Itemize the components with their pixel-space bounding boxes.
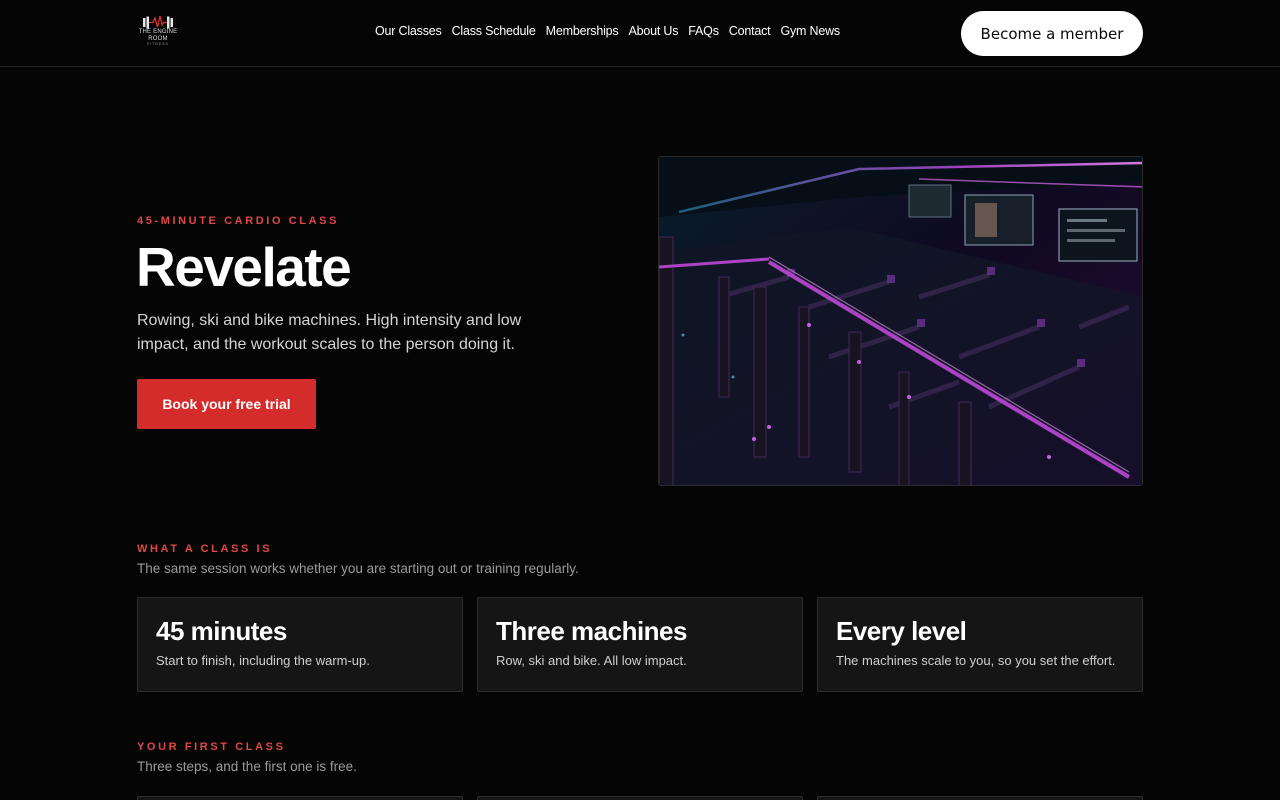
feature-card-desc: Start to finish, including the warm-up. <box>156 653 370 668</box>
feature-card: 45 minutes Start to finish, including th… <box>137 597 463 692</box>
feature-card-title: Every level <box>836 616 967 646</box>
brand-logo[interactable]: THE ENGINE ROOM FITNESS <box>137 15 179 53</box>
feature-card: Every level The machines scale to you, s… <box>817 597 1143 692</box>
nav-contact[interactable]: Contact <box>729 24 771 38</box>
nav-memberships[interactable]: Memberships <box>546 24 619 38</box>
main-nav: Our Classes Class Schedule Memberships A… <box>375 24 840 38</box>
section-eyebrow-your-first-class: YOUR FIRST CLASS <box>137 741 286 753</box>
hero-description: Rowing, ski and bike machines. High inte… <box>137 312 522 353</box>
class-features: 45 minutes Start to finish, including th… <box>137 597 1143 692</box>
barbell-heartbeat-icon <box>143 15 173 29</box>
logo-text-line3: FITNESS <box>147 42 169 46</box>
section-subtitle-what-a-class-is: The same session works whether you are s… <box>137 561 579 576</box>
become-member-button[interactable]: Become a member <box>961 11 1143 56</box>
feature-card-title: 45 minutes <box>156 616 287 646</box>
feature-card: Three machines Row, ski and bike. All lo… <box>477 597 803 692</box>
step-card <box>477 796 803 800</box>
hero-eyebrow: 45-MINUTE CARDIO CLASS <box>137 215 340 227</box>
step-card <box>817 796 1143 800</box>
step-card <box>137 796 463 800</box>
page-title: Revelate <box>136 236 352 298</box>
first-class-steps <box>137 796 1143 800</box>
nav-gym-news[interactable]: Gym News <box>780 24 840 38</box>
site-header: THE ENGINE ROOM FITNESS Our Classes Clas… <box>0 0 1280 67</box>
nav-class-schedule[interactable]: Class Schedule <box>452 24 536 38</box>
section-subtitle-your-first-class: Three steps, and the first one is free. <box>137 759 357 774</box>
section-eyebrow-what-a-class-is: WHAT A CLASS IS <box>137 543 273 555</box>
feature-card-desc: The machines scale to you, so you set th… <box>836 653 1116 668</box>
nav-about-us[interactable]: About Us <box>628 24 678 38</box>
nav-our-classes[interactable]: Our Classes <box>375 24 442 38</box>
gym-interior-illustration <box>659 157 1142 485</box>
feature-card-desc: Row, ski and bike. All low impact. <box>496 653 687 668</box>
nav-faqs[interactable]: FAQs <box>688 24 719 38</box>
hero-gym-photo <box>658 156 1143 486</box>
book-free-trial-button[interactable]: Book your free trial <box>137 379 316 429</box>
feature-card-title: Three machines <box>496 616 687 646</box>
